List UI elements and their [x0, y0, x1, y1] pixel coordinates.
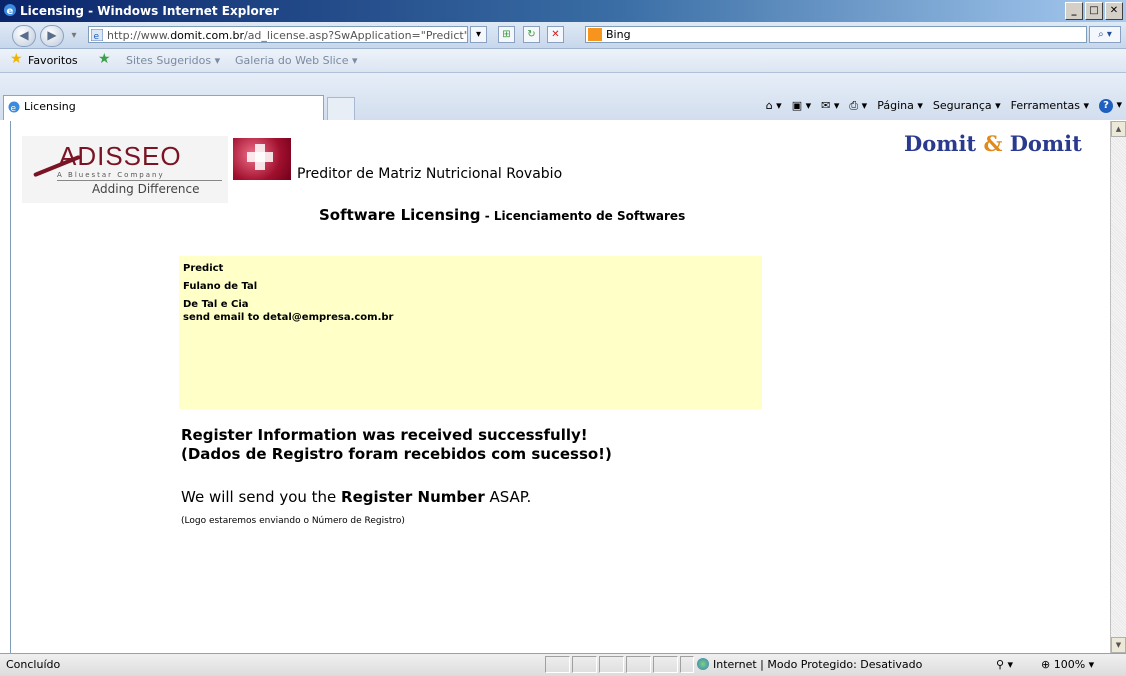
tab-page-icon: e	[8, 101, 20, 113]
licensing-heading: Software Licensing - Licenciamento de So…	[319, 206, 686, 224]
protected-mode-icon[interactable]: ⚲ ▾	[996, 658, 1013, 671]
compat-view-button[interactable]: ⊞	[498, 26, 515, 43]
search-button[interactable]: ⌕ ▾	[1089, 26, 1121, 43]
send-notice-pt: (Logo estaremos enviando o Número de Reg…	[181, 516, 405, 526]
bing-icon	[588, 28, 602, 41]
add-favorite-icon[interactable]: ★	[98, 51, 111, 67]
help-icon[interactable]: ? ▾	[1098, 98, 1122, 113]
forward-button[interactable]: ▶	[40, 25, 64, 47]
zoom-level[interactable]: ⊕ 100% ▾	[1041, 658, 1094, 671]
favorite-sites-sugeridos[interactable]: Sites Sugeridos ▾	[126, 54, 220, 67]
vertical-scrollbar[interactable]: ▲ ▼	[1110, 121, 1126, 653]
window-title: Licensing - Windows Internet Explorer	[20, 4, 279, 18]
url-input[interactable]: e http://www.domit.com.br/ad_license.asp…	[88, 26, 468, 43]
globe-icon	[697, 658, 709, 670]
adisseo-logo: ADISSEO A Bluestar Company Adding Differ…	[22, 136, 228, 203]
minimize-button[interactable]: _	[1065, 2, 1083, 20]
tab-licensing[interactable]: e Licensing	[3, 95, 324, 120]
page-content: ADISSEO A Bluestar Company Adding Differ…	[10, 121, 1111, 653]
new-tab-button[interactable]	[327, 97, 355, 120]
tab-command-bar: e Licensing ⌂ ▾ ▣ ▾ ✉ ▾ ⎙ ▾ Página ▾ Seg…	[0, 73, 1126, 120]
favorite-web-slice-gallery[interactable]: Galeria do Web Slice ▾	[235, 54, 358, 67]
info-company: De Tal e Cia	[183, 299, 249, 310]
title-bar[interactable]: e Licensing - Windows Internet Explorer …	[0, 0, 1126, 22]
history-dropdown-icon[interactable]: ▾	[68, 28, 80, 41]
success-message: Register Information was received succes…	[181, 426, 612, 463]
info-user: Fulano de Tal	[183, 281, 258, 292]
back-button[interactable]: ◀	[12, 25, 36, 47]
info-product: Predict	[183, 263, 224, 274]
scroll-down-arrow[interactable]: ▼	[1111, 637, 1126, 653]
security-menu[interactable]: Segurança ▾	[933, 99, 1001, 112]
close-button[interactable]: ✕	[1105, 2, 1123, 20]
svg-text:e: e	[94, 32, 100, 41]
favorites-bar: ★ Favoritos ★ Sites Sugeridos ▾ Galeria …	[0, 49, 1126, 73]
ie-icon: e	[4, 4, 16, 17]
rovabio-logo	[233, 138, 291, 180]
favorites-button[interactable]: Favoritos	[28, 54, 78, 67]
registration-info-box: Predict Fulano de Tal De Tal e Cia send …	[179, 256, 762, 409]
refresh-button[interactable]: ↻	[523, 26, 540, 43]
svg-text:e: e	[7, 6, 14, 17]
address-bar: ◀ ▶ ▾ e http://www.domit.com.br/ad_licen…	[0, 22, 1126, 49]
search-input[interactable]: Bing	[585, 26, 1087, 43]
stop-button[interactable]: ✕	[547, 26, 564, 43]
info-email: send email to detal@empresa.com.br	[183, 312, 394, 323]
send-notice: We will send you the Register Number ASA…	[181, 488, 532, 506]
page-icon: e	[91, 29, 103, 41]
app-title: Preditor de Matriz Nutricional Rovabio	[297, 166, 563, 182]
page-menu[interactable]: Página ▾	[877, 99, 923, 112]
home-icon[interactable]: ⌂ ▾	[766, 99, 782, 112]
scroll-up-arrow[interactable]: ▲	[1111, 121, 1126, 137]
favorites-star-icon: ★	[10, 51, 23, 67]
tools-menu[interactable]: Ferramentas ▾	[1011, 99, 1089, 112]
feeds-icon[interactable]: ▣ ▾	[792, 99, 811, 112]
status-text: Concluído	[6, 658, 61, 671]
mail-icon[interactable]: ✉ ▾	[821, 99, 839, 112]
security-zone[interactable]: Internet | Modo Protegido: Desativado	[697, 658, 922, 671]
url-dropdown-button[interactable]: ▾	[470, 26, 487, 43]
domit-brand: Domit & Domit	[904, 131, 1082, 156]
status-bar: Concluído Internet | Modo Protegido: Des…	[0, 653, 1126, 676]
print-icon[interactable]: ⎙ ▾	[849, 99, 867, 113]
svg-text:e: e	[11, 104, 17, 113]
maximize-button[interactable]: □	[1085, 2, 1103, 20]
